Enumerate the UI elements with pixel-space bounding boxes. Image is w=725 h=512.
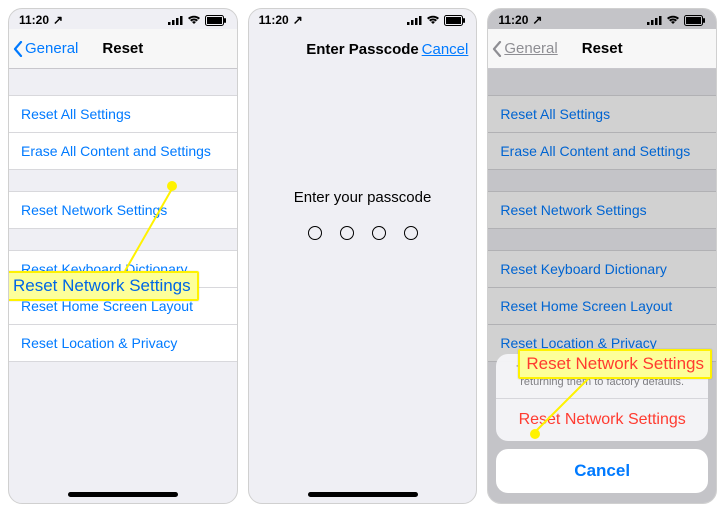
status-time: 11:20: [259, 13, 289, 27]
reset-location-privacy[interactable]: Reset Location & Privacy: [9, 324, 237, 362]
passcode-dot-icon: [308, 226, 322, 240]
reset-keyboard-dictionary[interactable]: Reset Keyboard Dictionary: [488, 250, 716, 288]
status-bar: 11:20 ↗: [249, 9, 477, 29]
passcode-dot-icon: [372, 226, 386, 240]
location-arrow-icon: ↗: [53, 13, 63, 27]
nav-title: Reset: [102, 40, 143, 57]
reset-network-settings[interactable]: Reset Network Settings: [488, 191, 716, 229]
status-time: 11:20: [498, 13, 528, 27]
callout-line-icon: [534, 373, 594, 433]
annotation-callout: Reset Network Settings: [8, 271, 199, 301]
phone-passcode-screen: 11:20 ↗ Enter Passcode Cancel Enter your…: [248, 8, 478, 504]
chevron-left-icon: [13, 41, 23, 57]
reset-all-settings[interactable]: Reset All Settings: [488, 95, 716, 133]
phone-reset-screen: 11:20 ↗ General Reset Reset All Settings…: [8, 8, 238, 504]
cancel-button[interactable]: Cancel: [422, 41, 469, 58]
annotation-callout: Reset Network Settings: [518, 349, 712, 379]
erase-all-content[interactable]: Erase All Content and Settings: [9, 132, 237, 170]
home-indicator[interactable]: [68, 492, 178, 497]
passcode-prompt: Enter your passcode: [294, 189, 432, 206]
nav-title: Reset: [582, 40, 623, 57]
back-button[interactable]: General: [13, 40, 78, 57]
erase-all-content[interactable]: Erase All Content and Settings: [488, 132, 716, 170]
status-time: 11:20: [19, 13, 49, 27]
back-label: General: [504, 40, 557, 57]
status-icons: [168, 15, 227, 26]
reset-home-screen-layout[interactable]: Reset Home Screen Layout: [488, 287, 716, 325]
passcode-dot-icon: [404, 226, 418, 240]
chevron-left-icon: [492, 41, 502, 57]
callout-line-icon: [123, 185, 175, 273]
location-arrow-icon: ↗: [532, 13, 542, 27]
passcode-dots: [308, 226, 418, 240]
back-label: General: [25, 40, 78, 57]
nav-bar: General Reset: [488, 29, 716, 69]
passcode-dot-icon: [340, 226, 354, 240]
sheet-confirm-button[interactable]: Reset Network Settings: [496, 399, 708, 441]
reset-all-settings[interactable]: Reset All Settings: [9, 95, 237, 133]
back-button[interactable]: General: [492, 40, 557, 57]
status-bar: 11:20 ↗: [9, 9, 237, 29]
location-arrow-icon: ↗: [293, 13, 303, 27]
sheet-cancel-button[interactable]: Cancel: [496, 449, 708, 493]
nav-bar: General Reset: [9, 29, 237, 69]
status-icons: [407, 15, 466, 26]
phone-action-sheet-screen: 11:20 ↗ General Reset Reset All Settings…: [487, 8, 717, 504]
home-indicator[interactable]: [308, 492, 418, 497]
status-bar: 11:20 ↗: [488, 9, 716, 29]
nav-bar: Enter Passcode Cancel: [249, 29, 477, 69]
nav-title: Enter Passcode: [306, 41, 419, 58]
status-icons: [647, 15, 706, 26]
